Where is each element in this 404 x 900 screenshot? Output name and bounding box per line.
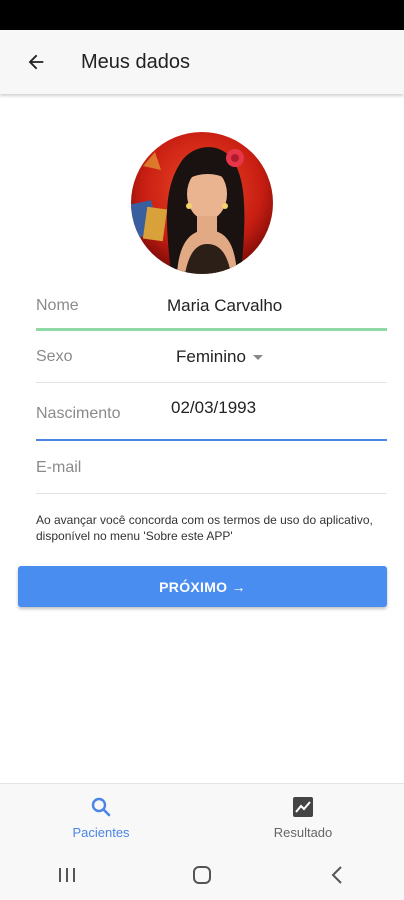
name-underline (36, 328, 387, 331)
system-back-button[interactable] (307, 855, 367, 895)
nav-label-resultado: Resultado (273, 824, 333, 840)
email-underline (36, 493, 387, 494)
nav-item-pacientes[interactable]: Pacientes (0, 784, 202, 850)
name-label: Nome (36, 297, 79, 314)
nav-item-resultado[interactable]: Resultado (202, 784, 404, 850)
sex-underline (36, 382, 387, 383)
sex-label: Sexo (36, 348, 73, 365)
back-button[interactable] (16, 42, 56, 82)
email-field[interactable]: E-mail (36, 455, 387, 481)
avatar[interactable] (131, 132, 273, 274)
recent-apps-button[interactable] (37, 855, 97, 895)
nav-label-pacientes: Pacientes (72, 824, 130, 840)
home-icon (192, 865, 211, 884)
name-value[interactable]: Maria Carvalho (167, 296, 282, 316)
recent-apps-icon (59, 867, 76, 882)
birth-value[interactable]: 02/03/1993 (171, 398, 256, 418)
email-label: E-mail (36, 459, 82, 476)
chevron-down-icon (252, 355, 263, 361)
birth-underline (36, 439, 387, 441)
sex-select[interactable]: Feminino (176, 347, 263, 367)
search-icon (91, 797, 111, 816)
birth-label: Nascimento (36, 405, 121, 422)
home-button[interactable] (172, 855, 232, 895)
page-title: Meus dados (81, 50, 190, 73)
name-field[interactable]: Nome Maria Carvalho (36, 292, 387, 320)
status-bar (0, 0, 404, 30)
back-icon (331, 865, 342, 884)
terms-text: Ao avançar você concorda com os termos d… (36, 513, 373, 543)
arrow-left-icon (28, 54, 44, 70)
system-nav-bar (0, 849, 404, 900)
birth-field[interactable]: Nascimento 02/03/1993 (36, 398, 387, 426)
bottom-nav: Pacientes Resultado (0, 783, 404, 849)
next-button[interactable]: PRÓXIMO → (18, 566, 387, 607)
app-bar: Meus dados (0, 30, 404, 94)
avatar-image (131, 132, 273, 274)
chart-icon (293, 796, 313, 817)
sex-field[interactable]: Sexo Feminino (36, 343, 387, 371)
sex-value: Feminino (176, 347, 246, 366)
